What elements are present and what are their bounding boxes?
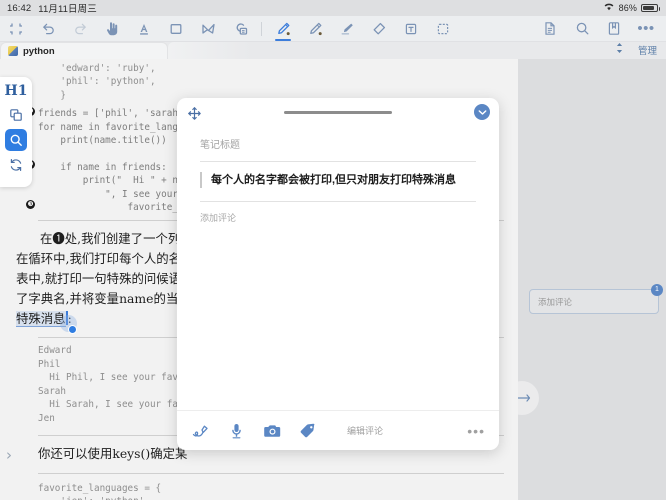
status-bar-left: 16:42 11月11日周三: [0, 1, 97, 16]
document-icon[interactable]: [534, 16, 566, 42]
fullscreen-icon[interactable]: [0, 16, 32, 42]
sort-icon[interactable]: [614, 41, 625, 59]
content-divider-4: [38, 472, 504, 474]
python-file-icon: [8, 46, 18, 56]
app-root: 16:42 11月11日周三 86% ••• python 管理 添加评论 1 …: [0, 0, 666, 500]
scribble-icon[interactable]: [191, 422, 209, 440]
refresh-icon[interactable]: [5, 154, 27, 176]
toolbar-divider: [261, 21, 262, 36]
rectangle-select-icon[interactable]: [160, 16, 192, 42]
toolbar-right-group: •••: [534, 16, 666, 42]
side-dim-column: [518, 59, 666, 500]
selected-text[interactable]: 特殊消息: [16, 311, 66, 328]
undo-icon[interactable]: [32, 16, 64, 42]
note-quote-bar: [200, 172, 202, 188]
chevron-down-icon[interactable]: [474, 104, 490, 120]
note-more-icon[interactable]: •••: [467, 423, 485, 439]
note-text-content[interactable]: 每个人的名字都会被打印,但只对朋友打印特殊消息: [211, 172, 456, 188]
note-card-footer: 编辑评论 •••: [177, 410, 499, 450]
redo-icon[interactable]: [64, 16, 96, 42]
more-icon[interactable]: •••: [630, 16, 662, 42]
battery-icon: [641, 4, 660, 12]
code-snippet-top: 'edward': 'ruby', 'phil': 'python', }: [60, 63, 156, 101]
document-tab-strip: python 管理: [0, 42, 666, 59]
chevron-right-icon[interactable]: ›: [6, 446, 12, 464]
note-drag-grip[interactable]: [284, 111, 392, 114]
toolbar-left-group: [0, 16, 459, 42]
hand-tool-icon[interactable]: [96, 16, 128, 42]
wifi-icon: [603, 2, 615, 14]
microphone-icon[interactable]: [227, 422, 245, 440]
area-select-icon[interactable]: [427, 16, 459, 42]
status-date: 11月11日周三: [38, 4, 97, 15]
document-tab-label: python: [23, 45, 55, 57]
pen-icon[interactable]: [267, 16, 299, 42]
paragraph-line-1-text: 在❶处,我们创建了一个列: [40, 231, 181, 247]
battery-percent: 86%: [618, 3, 637, 13]
side-comment-placeholder: 添加评论: [538, 296, 573, 307]
comment-count-badge: 1: [651, 284, 663, 296]
lasso-select-icon[interactable]: [192, 16, 224, 42]
text-select-icon[interactable]: [128, 16, 160, 42]
heading-h1-button[interactable]: H1: [5, 81, 28, 101]
note-text-row: 每个人的名字都会被打印,但只对朋友打印特殊消息: [200, 162, 476, 201]
main-toolbar: •••: [0, 16, 666, 42]
more-icon-glyph: •••: [637, 20, 655, 37]
pencil-icon[interactable]: [299, 16, 331, 42]
edit-comment-label[interactable]: 编辑评论: [347, 424, 383, 437]
selection-handle[interactable]: [68, 325, 77, 335]
status-time: 16:42: [7, 2, 32, 14]
note-comment-input[interactable]: 添加评论: [200, 202, 476, 224]
search-icon[interactable]: [5, 129, 27, 151]
eraser-icon[interactable]: [363, 16, 395, 42]
tag-icon[interactable]: [299, 422, 317, 440]
highlighter-icon[interactable]: [331, 16, 363, 42]
bookmark-icon[interactable]: [598, 16, 630, 42]
floating-format-toolbar: H1: [0, 77, 32, 187]
text-box-icon[interactable]: [395, 16, 427, 42]
note-title-input[interactable]: 笔记标题: [200, 128, 476, 161]
camera-icon[interactable]: [263, 422, 281, 440]
note-popup-card: 笔记标题 每个人的名字都会被打印,但只对朋友打印特殊消息 添加评论 编辑评论 •…: [177, 98, 499, 450]
status-bar-right: 86%: [603, 2, 666, 14]
side-comment-input[interactable]: 添加评论 1: [529, 284, 663, 314]
manage-button[interactable]: 管理: [638, 43, 657, 57]
status-bar: 16:42 11月11日周三 86%: [0, 0, 666, 16]
code-snippet-bottom: favorite_languages = { 'jen': 'python', …: [38, 482, 162, 500]
note-card-header: [177, 98, 499, 128]
search-icon[interactable]: [566, 16, 598, 42]
copy-icon[interactable]: [5, 104, 27, 126]
move-icon[interactable]: [186, 105, 202, 121]
screenshot-icon[interactable]: [224, 16, 256, 42]
document-tab-python[interactable]: python: [0, 42, 168, 59]
note-card-body: 笔记标题 每个人的名字都会被打印,但只对朋友打印特殊消息 添加评论: [177, 128, 499, 224]
document-tab-placeholder: [168, 42, 252, 59]
tab-strip-right: 管理: [614, 41, 666, 59]
